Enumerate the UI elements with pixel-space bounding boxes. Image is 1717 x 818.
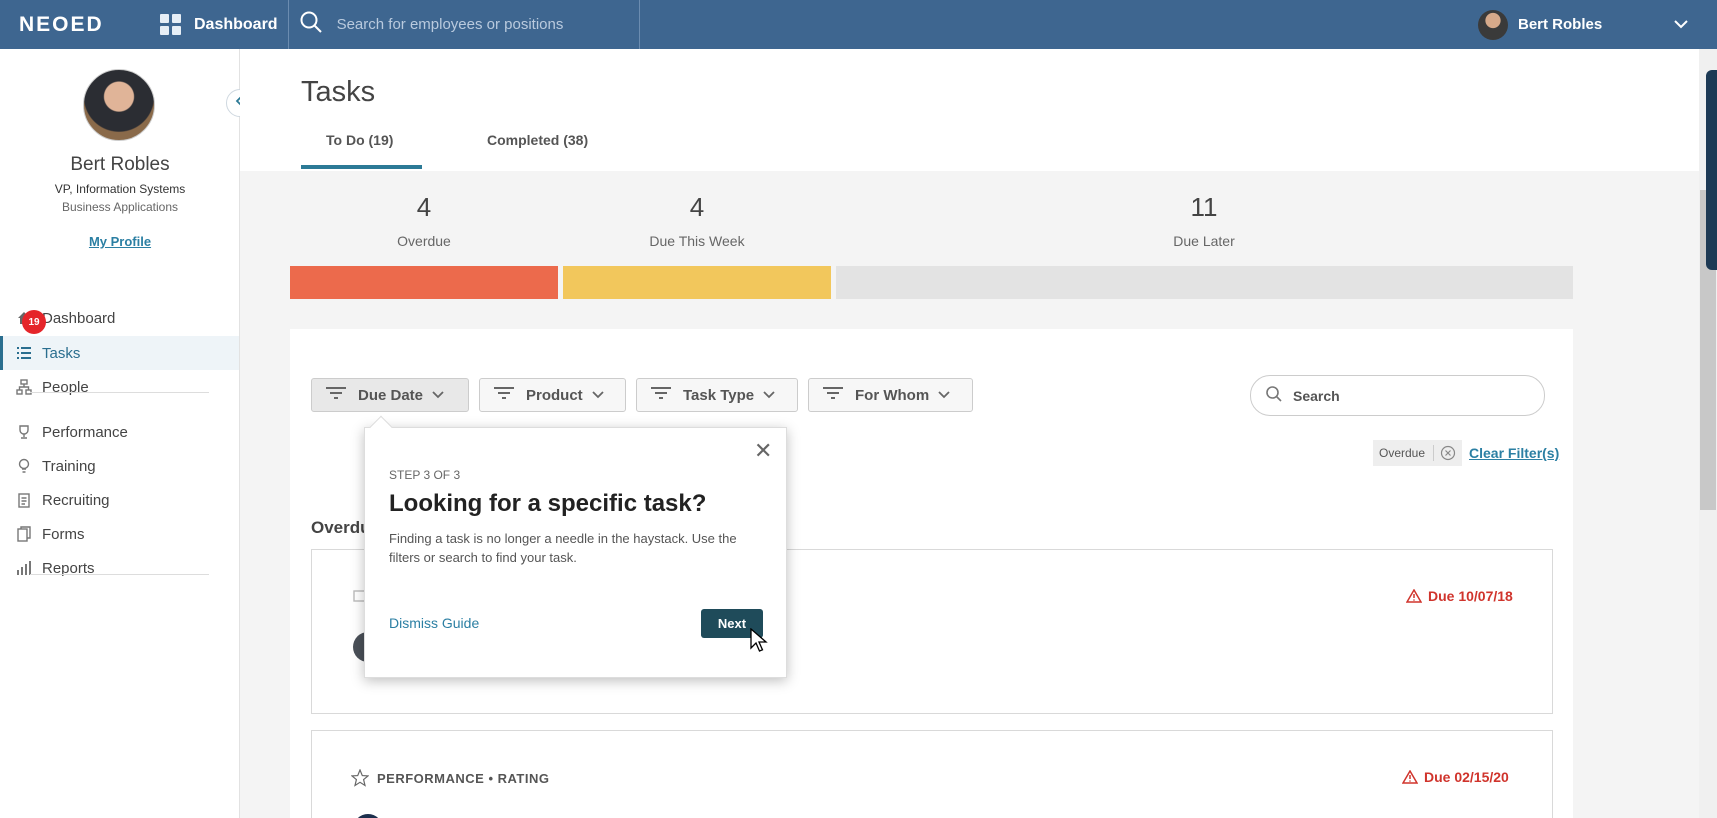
filter-icon <box>326 386 346 404</box>
task-search-placeholder: Search <box>1293 387 1340 404</box>
side-drawer-tab[interactable] <box>1706 70 1717 270</box>
sidebar-item-training[interactable]: Training <box>0 449 239 483</box>
due-later-bar[interactable] <box>836 266 1573 299</box>
overdue-label: Overdue <box>397 233 451 249</box>
sidebar-item-label: Performance <box>42 423 128 441</box>
filter-icon <box>494 386 514 404</box>
warning-icon <box>1402 770 1418 784</box>
remove-filter-icon[interactable] <box>1433 445 1456 461</box>
sidebar-item-label: Forms <box>42 525 85 543</box>
chevron-down-icon <box>937 387 951 404</box>
list-icon <box>16 345 32 361</box>
trophy-icon <box>16 424 32 440</box>
sidebar-item-label: Training <box>42 457 96 475</box>
due-date-2: Due 02/15/20 <box>1402 769 1509 785</box>
employee-search-input[interactable]: Search for employees or positions <box>287 0 640 49</box>
close-icon[interactable]: ✕ <box>754 438 772 464</box>
filter-icon <box>651 386 671 404</box>
chip-label: Overdue <box>1379 446 1426 460</box>
star-icon <box>351 769 369 787</box>
overdue-bar[interactable] <box>290 266 558 299</box>
lightbulb-icon <box>16 458 32 474</box>
chevron-down-icon <box>591 387 605 404</box>
profile-photo <box>83 69 155 141</box>
due-this-week-bar[interactable] <box>563 266 831 299</box>
dismiss-guide-link[interactable]: Dismiss Guide <box>389 615 479 631</box>
sidebar-item-reports[interactable]: Reports <box>0 551 239 585</box>
profile-title: VP, Information Systems <box>54 182 186 196</box>
sidebar-item-label: Dashboard <box>42 309 116 327</box>
grid-icon <box>160 14 181 35</box>
due-later-label: Due Later <box>1173 233 1235 249</box>
filter-label: Task Type <box>683 386 755 404</box>
tasks-count-badge: 19 <box>22 310 46 334</box>
filter-label: Product <box>526 386 583 404</box>
mouse-cursor-icon <box>750 627 768 659</box>
nav-divider <box>30 392 209 393</box>
filter-icon <box>823 386 843 404</box>
my-profile-link[interactable]: My Profile <box>0 234 240 249</box>
profile-department: Business Applications <box>61 200 179 214</box>
section-title-overdue: Overdu <box>311 518 371 537</box>
due-this-week-label: Due This Week <box>649 233 745 249</box>
clear-filters-link[interactable]: Clear Filter(s) <box>1469 445 1559 461</box>
task-category: PERFORMANCE • RATING <box>351 769 549 787</box>
user-avatar <box>1478 9 1508 40</box>
sidebar-item-recruiting[interactable]: Recruiting <box>0 483 239 517</box>
sidebar-item-forms[interactable]: Forms <box>0 517 239 551</box>
assignee-avatar <box>353 814 383 818</box>
guide-title: Looking for a specific task? <box>389 490 707 517</box>
sidebar-item-label: Tasks <box>42 344 81 362</box>
main-header <box>240 49 1699 171</box>
employee-search-placeholder: Search for employees or positions <box>336 16 564 33</box>
filter-product[interactable]: Product <box>479 378 626 412</box>
guide-step: STEP 3 OF 3 <box>389 468 461 482</box>
active-filter-chip: Overdue <box>1373 440 1463 466</box>
task-search-input[interactable]: Search <box>1250 375 1545 416</box>
chevron-down-icon[interactable] <box>1673 17 1689 36</box>
sidebar-item-people[interactable]: People <box>0 370 239 404</box>
task-category-label: PERFORMANCE • RATING <box>377 770 550 786</box>
sidebar: Bert Robles VP, Information Systems Busi… <box>0 49 254 818</box>
nav-divider <box>30 574 209 575</box>
due-date-text: Due 10/07/18 <box>1428 588 1513 604</box>
search-icon <box>1265 385 1283 406</box>
due-later-count: 11 <box>1190 192 1218 222</box>
filter-due-date[interactable]: Due Date <box>311 378 469 412</box>
filter-label: Due Date <box>358 386 424 404</box>
forms-icon <box>16 526 32 542</box>
filter-label: For Whom <box>855 386 930 404</box>
filter-for-whom[interactable]: For Whom <box>808 378 973 412</box>
due-date-text: Due 02/15/20 <box>1424 769 1509 785</box>
clipboard-icon <box>16 492 32 508</box>
chevron-down-icon <box>431 387 445 404</box>
filter-task-type[interactable]: Task Type <box>636 378 798 412</box>
sidebar-item-tasks[interactable]: Tasks <box>0 336 239 370</box>
tab-completed[interactable]: Completed (38) <box>487 132 588 148</box>
dashboard-nav-link[interactable]: Dashboard <box>120 0 288 49</box>
sidebar-item-label: Recruiting <box>42 491 110 509</box>
tab-to-do[interactable]: To Do (19) <box>326 132 393 148</box>
app-logo[interactable]: NEOED <box>0 13 120 37</box>
due-date-1: Due 10/07/18 <box>1406 588 1513 604</box>
chevron-down-icon <box>762 387 776 404</box>
user-menu[interactable]: Bert Robles <box>1478 0 1688 49</box>
page-title: Tasks <box>301 76 376 108</box>
profile-name: Bert Robles <box>70 154 170 175</box>
dashboard-nav-label: Dashboard <box>194 15 278 33</box>
warning-icon <box>1406 589 1422 603</box>
active-tab-indicator <box>301 165 422 169</box>
user-name: Bert Robles <box>1518 16 1603 33</box>
top-bar: NEOED Dashboard Search for employees or … <box>0 0 1717 49</box>
guide-body: Finding a task is no longer a needle in … <box>389 531 737 565</box>
due-this-week-count: 4 <box>689 192 705 222</box>
guide-popover: ✕ STEP 3 OF 3 Looking for a specific tas… <box>364 415 787 678</box>
overdue-count: 4 <box>416 192 432 222</box>
search-icon <box>299 10 323 39</box>
sidebar-item-performance[interactable]: Performance <box>0 415 239 449</box>
